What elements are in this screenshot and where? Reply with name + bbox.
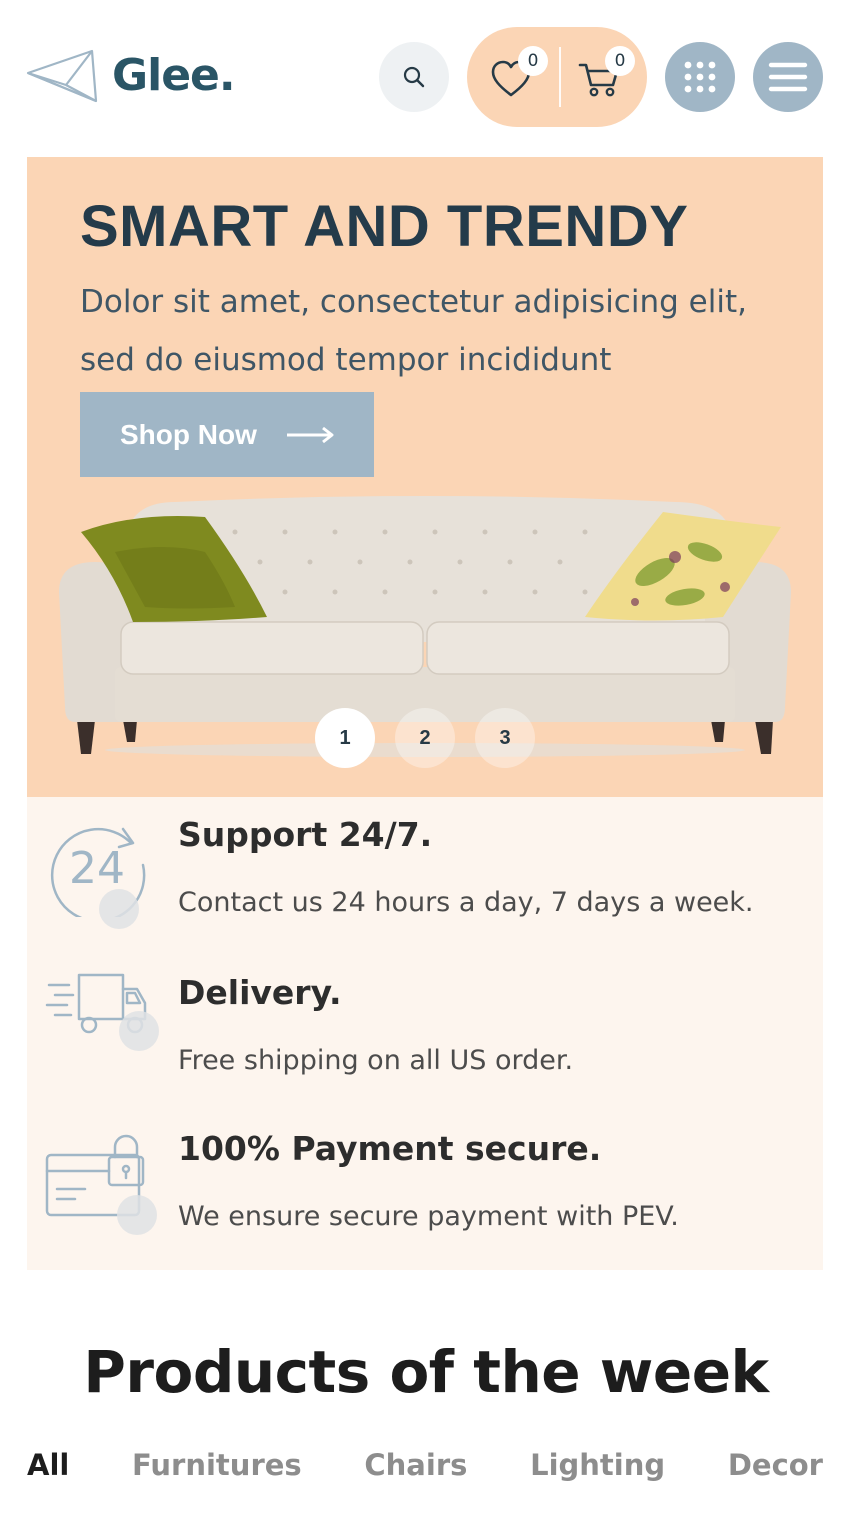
- apps-grid-button[interactable]: [665, 42, 735, 112]
- logo[interactable]: Glee.: [26, 45, 236, 105]
- shop-now-button[interactable]: Shop Now: [80, 392, 374, 477]
- feature-title: Support 24/7.: [178, 815, 433, 854]
- shop-now-label: Shop Now: [120, 418, 257, 450]
- tab-furnitures[interactable]: Furnitures: [132, 1448, 302, 1482]
- tab-decor[interactable]: Decor: [728, 1448, 823, 1482]
- tab-chairs[interactable]: Chairs: [364, 1448, 467, 1482]
- arrow-right-icon: [286, 426, 334, 443]
- menu-button[interactable]: [753, 42, 823, 112]
- hero-text: Dolor sit amet, consectetur adipisicing …: [80, 284, 747, 378]
- pill-divider: [559, 47, 561, 107]
- feature-title: Delivery.: [178, 973, 342, 1012]
- feature-desc: Free shipping on all US order.: [178, 1045, 574, 1076]
- hamburger-icon: [768, 62, 808, 92]
- wishlist-count-badge: 0: [518, 46, 548, 76]
- feature-desc: Contact us 24 hours a day, 7 days a week…: [178, 887, 754, 918]
- tab-all[interactable]: All: [27, 1448, 69, 1482]
- feature-dot: [119, 1011, 159, 1051]
- search-icon: [403, 66, 425, 88]
- wishlist-cart-group: 0 0: [467, 27, 647, 127]
- logo-mark-icon: [26, 49, 98, 103]
- grid-dots-icon: [684, 61, 716, 93]
- hero-banner: SMART AND TRENDY Dolor sit amet, consect…: [27, 157, 823, 797]
- features-section: 24 Support 24/7. Contact us 24 hours a d…: [27, 797, 823, 1270]
- product-category-tabs: All Furnitures Chairs Lighting Decor: [27, 1440, 823, 1490]
- logo-text: Glee.: [112, 49, 236, 101]
- feature-dot: [99, 889, 139, 929]
- cart-count-badge: 0: [605, 46, 635, 76]
- slider-dot-2[interactable]: 2: [395, 708, 455, 768]
- feature-title: 100% Payment secure.: [178, 1129, 602, 1168]
- products-section-title: Products of the week: [83, 1338, 769, 1406]
- search-button[interactable]: [379, 42, 449, 112]
- svg-text:24: 24: [69, 843, 125, 894]
- feature-desc: We ensure secure payment with PEV.: [178, 1201, 679, 1232]
- feature-dot: [117, 1195, 157, 1235]
- slider-dot-1[interactable]: 1: [315, 708, 375, 768]
- tab-lighting[interactable]: Lighting: [530, 1448, 665, 1482]
- site-header: Glee. 0 0: [0, 0, 852, 155]
- hero-title: SMART AND TRENDY: [80, 194, 689, 259]
- slider-dot-3[interactable]: 3: [475, 708, 535, 768]
